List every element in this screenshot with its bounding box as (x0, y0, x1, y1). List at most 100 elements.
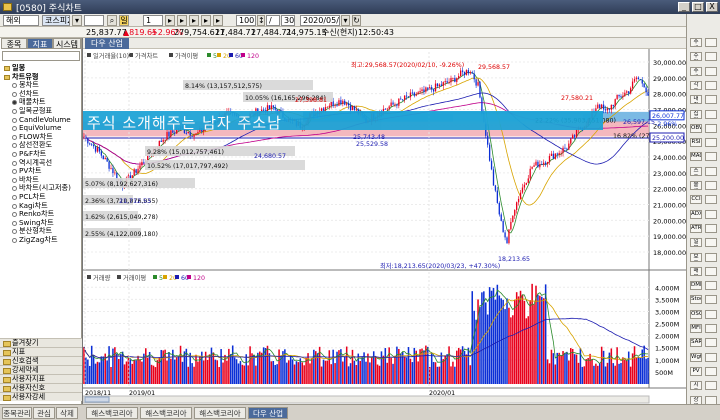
minute-icon[interactable]: ▸ (165, 15, 175, 26)
tool-icon[interactable] (705, 281, 717, 291)
tool-icon[interactable] (705, 138, 717, 148)
tool-icon[interactable] (705, 366, 717, 376)
tab-stock-1[interactable]: 해스백코리아 (86, 407, 138, 419)
sidebar-bottom-item[interactable]: 사용자지표 (0, 374, 82, 383)
tool-icon[interactable] (705, 338, 717, 348)
radio-icon[interactable] (12, 117, 17, 123)
radio-icon[interactable] (12, 177, 17, 183)
tool-button[interactable]: CCI (690, 195, 702, 205)
tool-button[interactable]: 각도 (690, 80, 702, 90)
sidebar-bottom-item[interactable]: 강세약세 (0, 365, 82, 374)
tool-button[interactable]: OSC (690, 309, 702, 319)
tab-indicator[interactable]: 지표 (27, 38, 53, 49)
chart-type-item[interactable]: FLOW차트 (2, 133, 80, 142)
print-icon[interactable]: ▸ (213, 15, 223, 26)
sidebar-bottom-item[interactable]: 즐겨찾기 (0, 338, 82, 347)
maximize-button[interactable]: □ (692, 2, 704, 12)
tool-button[interactable]: ATR (690, 223, 702, 233)
radio-icon[interactable] (12, 91, 17, 97)
tool-icon[interactable] (705, 252, 717, 262)
chart-type-item[interactable]: Swing차트 (2, 219, 80, 228)
price-volume-chart[interactable]: 30,000.0029,000.0028,000.0027,000.0026,0… (83, 38, 687, 404)
tool-button[interactable]: 대칭 (690, 95, 702, 105)
chart-type-item[interactable]: 삼선전환도 (2, 141, 80, 150)
sidebar-bottom-item[interactable]: 지표 (0, 347, 82, 356)
tab-symbol[interactable]: 종목 (1, 38, 27, 49)
market-select[interactable]: 해외 (3, 15, 39, 26)
radio-icon[interactable] (12, 134, 17, 140)
tool-button[interactable]: 볼밴 (690, 181, 702, 190)
radio-icon[interactable] (12, 160, 17, 166)
chart-area[interactable]: 다우 산업 30,000.0029,000.0028,000.0027,000.… (82, 38, 687, 404)
tool-icon[interactable] (705, 123, 717, 133)
radio-icon[interactable] (12, 220, 17, 226)
tool-button[interactable]: ADX (690, 209, 702, 219)
calendar-icon[interactable]: ▾ (341, 15, 350, 26)
tick-icon[interactable]: ▸ (177, 15, 187, 26)
chart-type-item[interactable]: 봉차트 (2, 81, 80, 90)
radio-icon[interactable] (12, 143, 17, 149)
count-input[interactable]: 100 (236, 15, 256, 26)
chart-type-item[interactable]: 바차트(시고저종) (2, 184, 80, 193)
radio-icon[interactable] (12, 212, 17, 218)
radio-icon[interactable] (12, 108, 17, 114)
tool-icon[interactable] (705, 381, 717, 391)
tool-icon[interactable] (705, 66, 717, 76)
close-button[interactable]: X (706, 2, 718, 12)
tool-icon[interactable] (705, 195, 717, 205)
tab-watchlist[interactable]: 종목관리 (2, 407, 32, 419)
tab-system[interactable]: 시스템 (53, 38, 81, 49)
tool-button[interactable]: 수평 (690, 52, 702, 62)
tool-icon[interactable] (705, 166, 717, 176)
tool-button[interactable]: MFI (690, 324, 702, 333)
refresh-icon[interactable]: ↻ (352, 15, 361, 26)
chart-type-item[interactable]: PCL차트 (2, 193, 80, 202)
chart-type-item[interactable]: EquiVolume (2, 124, 80, 133)
tool-button[interactable]: 스토 (690, 166, 702, 176)
chart-type-item[interactable]: CandleVolume (2, 116, 80, 125)
radio-icon[interactable] (12, 229, 17, 235)
symbol-search-icon[interactable]: ▾ (72, 15, 82, 26)
chart-type-item[interactable]: 일목균형표 (2, 107, 80, 116)
tool-button[interactable]: 추세 (690, 66, 702, 76)
tree-folder[interactable]: 차트유형 (2, 73, 80, 82)
tree-folder[interactable]: 일봉 (2, 64, 80, 73)
tool-icon[interactable] (705, 181, 717, 190)
tool-button[interactable]: 일목 (690, 238, 702, 248)
tool-button[interactable]: 보조 (690, 252, 702, 262)
tool-icon[interactable] (705, 238, 717, 248)
tool-icon[interactable] (705, 295, 717, 305)
tool-button[interactable]: Wgt (690, 352, 702, 362)
tab-delete[interactable]: 삭제 (56, 407, 78, 419)
radio-icon[interactable] (12, 126, 17, 132)
tool-icon[interactable] (705, 38, 717, 47)
tool-button[interactable]: RSI (690, 138, 702, 148)
radio-icon[interactable] (12, 100, 17, 106)
tool-button[interactable]: SAR (690, 338, 702, 348)
chart-settings-icon[interactable]: ▸ (189, 15, 199, 26)
tool-icon[interactable] (705, 95, 717, 105)
tab-dow[interactable]: 다우 산업 (248, 407, 288, 419)
sidebar-bottom-item[interactable]: 신호검색 (0, 356, 82, 365)
tool-icon[interactable] (705, 352, 717, 362)
tool-button[interactable]: 십자 (690, 109, 702, 119)
date-input[interactable]: 2020/05/21 (300, 15, 340, 26)
tool-icon[interactable] (705, 266, 717, 276)
compare-icon[interactable]: ▸ (201, 15, 211, 26)
tool-icon[interactable] (705, 223, 717, 233)
tool-button[interactable]: 추세선 (690, 38, 702, 47)
indicator-search-input[interactable] (2, 51, 80, 61)
tab-interest[interactable]: 관심 (33, 407, 55, 419)
chart-type-item[interactable]: ZigZag차트 (2, 236, 80, 245)
tab-stock-2[interactable]: 해스백코리아 (140, 407, 192, 419)
tool-icon[interactable] (705, 209, 717, 219)
tool-icon[interactable] (705, 152, 717, 162)
radio-icon[interactable] (12, 151, 17, 157)
tool-icon[interactable] (705, 109, 717, 119)
tool-icon[interactable] (705, 52, 717, 62)
radio-icon[interactable] (12, 186, 17, 192)
tool-icon[interactable] (705, 324, 717, 333)
tool-icon[interactable] (705, 80, 717, 90)
tool-button[interactable]: DMI (690, 281, 702, 291)
minimize-button[interactable]: _ (678, 2, 690, 12)
